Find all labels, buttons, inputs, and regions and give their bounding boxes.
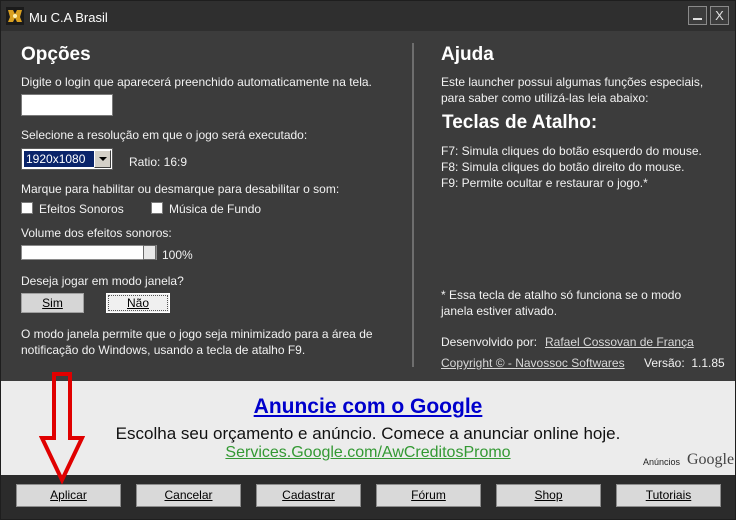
column-divider	[412, 43, 414, 367]
resolution-select[interactable]: 1920x1080	[21, 148, 113, 170]
minimize-icon	[693, 18, 702, 20]
window-mode-yes-button[interactable]: Sim	[21, 293, 84, 313]
copyright-link[interactable]: Copyright © - Navossoc Softwares	[441, 356, 625, 370]
window-mode-prompt: Deseja jogar em modo janela?	[21, 274, 184, 288]
chevron-down-icon	[99, 157, 107, 161]
options-heading: Opções	[21, 44, 91, 65]
shortcut-f7: F7: Simula cliques do botão esquerdo do …	[441, 144, 702, 158]
window-title: Mu C.A Brasil	[29, 10, 108, 25]
ad-title-link[interactable]: Anuncie com o Google	[1, 395, 735, 419]
google-logo[interactable]: Google	[687, 451, 734, 469]
help-heading: Ajuda	[441, 44, 494, 65]
footnote-line2: janela estiver ativado.	[441, 304, 558, 318]
ads-label[interactable]: Anúncios	[643, 457, 680, 467]
forum-label: Fórum	[411, 488, 446, 502]
sound-effects-label[interactable]: Efeitos Sonoros	[39, 202, 124, 216]
background-music-checkbox[interactable]	[151, 202, 163, 214]
down-arrow-icon	[39, 372, 85, 484]
volume-label: Volume dos efeitos sonoros:	[21, 226, 172, 240]
no-label: Não	[126, 296, 149, 310]
volume-value: 100%	[162, 248, 193, 262]
forum-button[interactable]: Fórum	[376, 484, 481, 507]
window-mode-note-line1: O modo janela permite que o jogo seja mi…	[21, 327, 373, 341]
version-label: Versão: 1.1.85	[644, 356, 725, 370]
background-music-label[interactable]: Música de Fundo	[169, 202, 261, 216]
cancel-button[interactable]: Cancelar	[136, 484, 241, 507]
login-prompt: Digite o login que aparecerá preenchido …	[21, 75, 372, 89]
volume-slider[interactable]	[21, 245, 157, 260]
close-button[interactable]: X	[710, 6, 729, 25]
help-intro-line1: Este launcher possui algumas funções esp…	[441, 75, 704, 89]
developed-by-label: Desenvolvido por:	[441, 335, 538, 349]
tutorials-label: Tutoriais	[645, 488, 692, 502]
app-logo-icon	[6, 7, 24, 25]
volume-slider-fill	[22, 246, 156, 259]
aspect-ratio: Ratio: 16:9	[129, 155, 188, 169]
yes-label: Sim	[42, 296, 63, 310]
window-mode-note-line2: notificação do Windows, usando a tecla d…	[21, 343, 306, 357]
resolution-selected-value: 1920x1080	[23, 150, 95, 168]
tutorials-button[interactable]: Tutoriais	[616, 484, 721, 507]
ad-text: Escolha seu orçamento e anúncio. Comece …	[115, 424, 621, 443]
footnote-line1: * Essa tecla de atalho só funciona se o …	[441, 288, 682, 302]
ad-url-link[interactable]: Services.Google.com/AwCreditosPromo	[1, 444, 735, 462]
volume-slider-thumb[interactable]	[143, 245, 156, 260]
resolution-prompt: Selecione a resolução em que o jogo será…	[21, 128, 308, 142]
shortcut-f9: F9: Permite ocultar e restaurar o jogo.*	[441, 176, 648, 190]
shortcuts-heading: Teclas de Atalho:	[442, 112, 598, 133]
login-input[interactable]	[21, 94, 113, 116]
close-icon: X	[715, 8, 724, 23]
dropdown-button[interactable]	[94, 150, 111, 168]
apply-label: Aplicar	[50, 488, 87, 502]
developer-link[interactable]: Rafael Cossovan de França	[545, 335, 694, 349]
minimize-button[interactable]	[688, 6, 707, 25]
title-bar[interactable]: Mu C.A Brasil X	[1, 1, 735, 32]
help-intro-line2: para saber como utilizá-las leia abaixo:	[441, 91, 649, 105]
shop-label: Shop	[534, 488, 563, 502]
register-button[interactable]: Cadastrar	[256, 484, 361, 507]
shop-button[interactable]: Shop	[496, 484, 601, 507]
cancel-label: Cancelar	[164, 488, 213, 502]
launcher-window: Mu C.A Brasil X Opções Digite o login qu…	[0, 0, 736, 520]
register-label: Cadastrar	[282, 488, 335, 502]
sound-effects-checkbox[interactable]	[21, 202, 33, 214]
shortcut-f8: F8: Simula cliques do botão direito do m…	[441, 160, 685, 174]
ad-banner: Anuncie com o Google Escolha seu orçamen…	[1, 381, 735, 475]
sound-prompt: Marque para habilitar ou desmarque para …	[21, 182, 340, 196]
window-mode-no-button[interactable]: Não	[106, 293, 170, 313]
apply-button[interactable]: Aplicar	[16, 484, 121, 507]
